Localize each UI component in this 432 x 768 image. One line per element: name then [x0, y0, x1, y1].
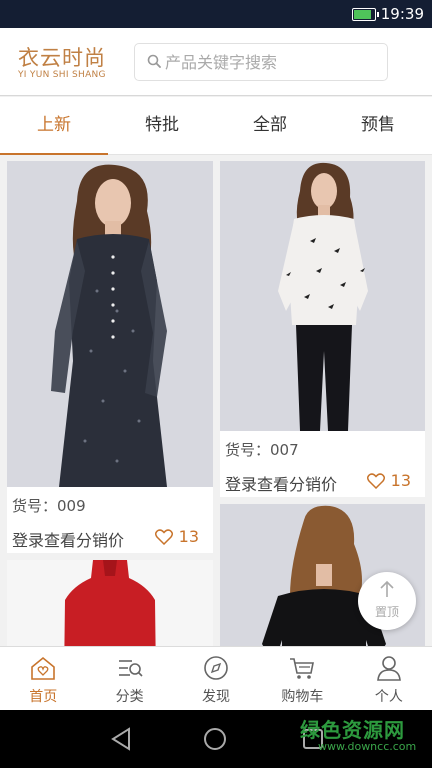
nav-profile[interactable]: 个人: [346, 647, 432, 710]
app-screen: 19:39 衣云时尚 YI YUN SHI SHANG 上新 特批 全部 预售: [0, 0, 432, 768]
heart-icon: [366, 472, 385, 489]
back-to-top-button[interactable]: 置顶: [358, 572, 416, 630]
nav-category-label: 分类: [115, 689, 144, 705]
like-button[interactable]: 13: [154, 527, 199, 546]
watermark-text: 绿色资源网: [300, 718, 405, 742]
search-input[interactable]: [165, 44, 380, 80]
product-card[interactable]: 货号：007 登录查看分销价 13: [220, 161, 425, 497]
compass-icon: [204, 656, 228, 680]
logo-text: 衣云时尚: [18, 46, 106, 70]
status-time: 19:39: [380, 5, 424, 23]
nav-discover[interactable]: 发现: [173, 647, 259, 710]
like-count: 13: [178, 527, 199, 546]
search-box[interactable]: [134, 43, 388, 81]
heart-icon: [154, 528, 173, 545]
login-to-view-price-link[interactable]: 登录查看分销价: [225, 471, 337, 495]
tab-special[interactable]: 特批: [108, 97, 216, 154]
category-icon: [118, 660, 143, 677]
like-count: 13: [390, 471, 411, 490]
product-sku: 货号：007: [225, 441, 299, 459]
battery-charging-icon: [352, 8, 379, 21]
arrow-up-icon: [380, 580, 394, 597]
product-image[interactable]: [7, 560, 213, 646]
like-button[interactable]: 13: [366, 471, 411, 490]
cart-icon: [290, 658, 315, 679]
watermark-url: www.downcc.com: [318, 740, 417, 753]
nav-home-label: 首页: [29, 689, 58, 705]
search-icon: [147, 54, 161, 68]
back-to-top-label: 置顶: [374, 605, 399, 619]
nav-home[interactable]: 首页: [0, 647, 86, 710]
nav-discover-label: 发现: [202, 689, 231, 705]
nav-cart-label: 购物车: [281, 689, 324, 705]
status-bar: 19:39: [0, 0, 432, 28]
app-header: 衣云时尚 YI YUN SHI SHANG: [0, 28, 432, 96]
back-triangle-icon[interactable]: [110, 727, 132, 751]
tab-presale[interactable]: 预售: [324, 97, 432, 154]
product-card[interactable]: 货号：009 登录查看分销价 13: [7, 161, 213, 553]
home-icon: [31, 656, 56, 680]
nav-cart[interactable]: 购物车: [259, 647, 345, 710]
tab-all[interactable]: 全部: [216, 97, 324, 154]
home-circle-icon[interactable]: [203, 727, 227, 751]
nav-category[interactable]: 分类: [86, 647, 172, 710]
bottom-nav: 首页 分类 发现 购物车 个人: [0, 646, 432, 710]
person-icon: [376, 656, 401, 681]
nav-profile-label: 个人: [374, 689, 403, 705]
category-tabs: 上新 特批 全部 预售: [0, 97, 432, 155]
product-card[interactable]: [7, 560, 213, 646]
tab-new[interactable]: 上新: [0, 97, 108, 155]
product-sku: 货号：009: [12, 497, 86, 515]
login-to-view-price-link[interactable]: 登录查看分销价: [12, 527, 124, 551]
product-feed[interactable]: 货号：009 登录查看分销价 13 货号：007 登录查看分销价 13: [0, 156, 432, 646]
logo-subtitle: YI YUN SHI SHANG: [18, 70, 106, 80]
product-image[interactable]: [7, 161, 213, 487]
product-image[interactable]: [220, 161, 425, 431]
